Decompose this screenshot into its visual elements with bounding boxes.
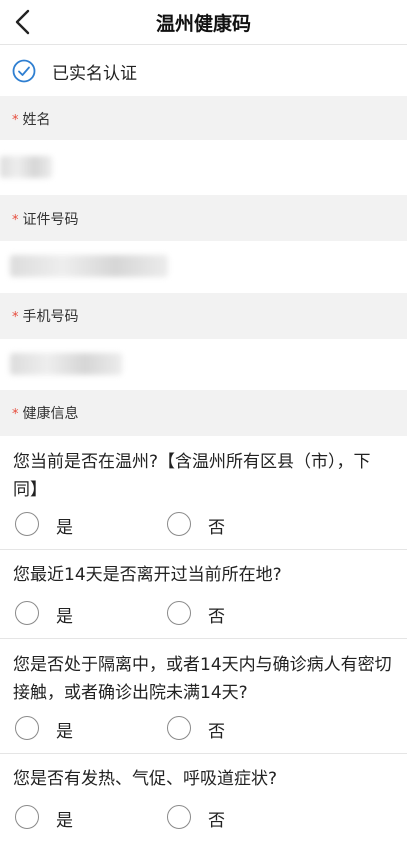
radio-yes-3[interactable] [15,716,39,740]
radio-no-4[interactable] [167,805,191,829]
blurred-phone-value [10,353,122,375]
top-nav-bar: 温州健康码 [0,0,407,44]
question-block-2: 您最近14天是否离开过当前所在地? 是 否 [0,550,407,638]
radio-yes-label: 是 [56,518,73,538]
nav-divider [0,44,407,45]
required-star: * [12,113,19,128]
required-star: * [12,407,19,422]
radio-no-label: 否 [208,607,225,627]
blurred-id-value [10,255,168,277]
id-value-field[interactable] [0,241,407,293]
section-label-health: * 健康信息 [12,403,79,423]
section-header-health: * 健康信息 [0,390,407,436]
question-text: 您最近14天是否离开过当前所在地? [13,565,282,585]
check-circle-icon [12,59,36,83]
radio-no-1[interactable] [167,512,191,536]
radio-yes-2[interactable] [15,601,39,625]
question-block-1: 您当前是否在温州?【含温州所有区县（市），下同】 是 否 [0,436,407,549]
name-label: 姓名 [22,112,51,128]
radio-yes-label: 是 [56,722,73,742]
radio-yes-label: 是 [56,607,73,627]
section-header-id: * 证件号码 [0,195,407,241]
radio-yes-label: 是 [56,811,73,831]
blurred-name-value [0,156,52,178]
radio-no-label: 否 [208,722,225,742]
required-star: * [12,213,19,228]
radio-yes-1[interactable] [15,512,39,536]
name-value-field[interactable] [0,140,407,195]
phone-label: 手机号码 [22,309,79,325]
id-label: 证件号码 [22,212,79,228]
section-header-phone: * 手机号码 [0,293,407,339]
radio-no-2[interactable] [167,601,191,625]
question-block-4: 您是否有发热、气促、呼吸道症状? 是 否 [0,754,407,843]
page-title: 温州健康码 [155,13,251,35]
question-text: 您是否有发热、气促、呼吸道症状? [13,769,278,789]
required-star: * [12,310,19,325]
radio-yes-4[interactable] [15,805,39,829]
radio-no-3[interactable] [167,716,191,740]
health-label: 健康信息 [22,406,79,422]
section-header-name: * 姓名 [0,96,407,140]
question-block-3: 您是否处于隔离中，或者14天内与确诊病人有密切接触，或者确诊出院未满14天? 是… [0,639,407,753]
phone-value-field[interactable] [0,339,407,390]
section-label-phone: * 手机号码 [12,306,79,326]
radio-no-label: 否 [208,811,225,831]
verification-status-row: 已实名认证 [0,46,407,96]
verification-label: 已实名认证 [52,64,137,84]
question-text: 您当前是否在温州?【含温州所有区县（市），下同】 [13,452,371,500]
section-label-name: * 姓名 [12,109,51,129]
question-text: 您是否处于隔离中，或者14天内与确诊病人有密切接触，或者确诊出院未满14天? [13,655,392,703]
section-label-id: * 证件号码 [12,209,79,229]
radio-no-label: 否 [208,518,225,538]
